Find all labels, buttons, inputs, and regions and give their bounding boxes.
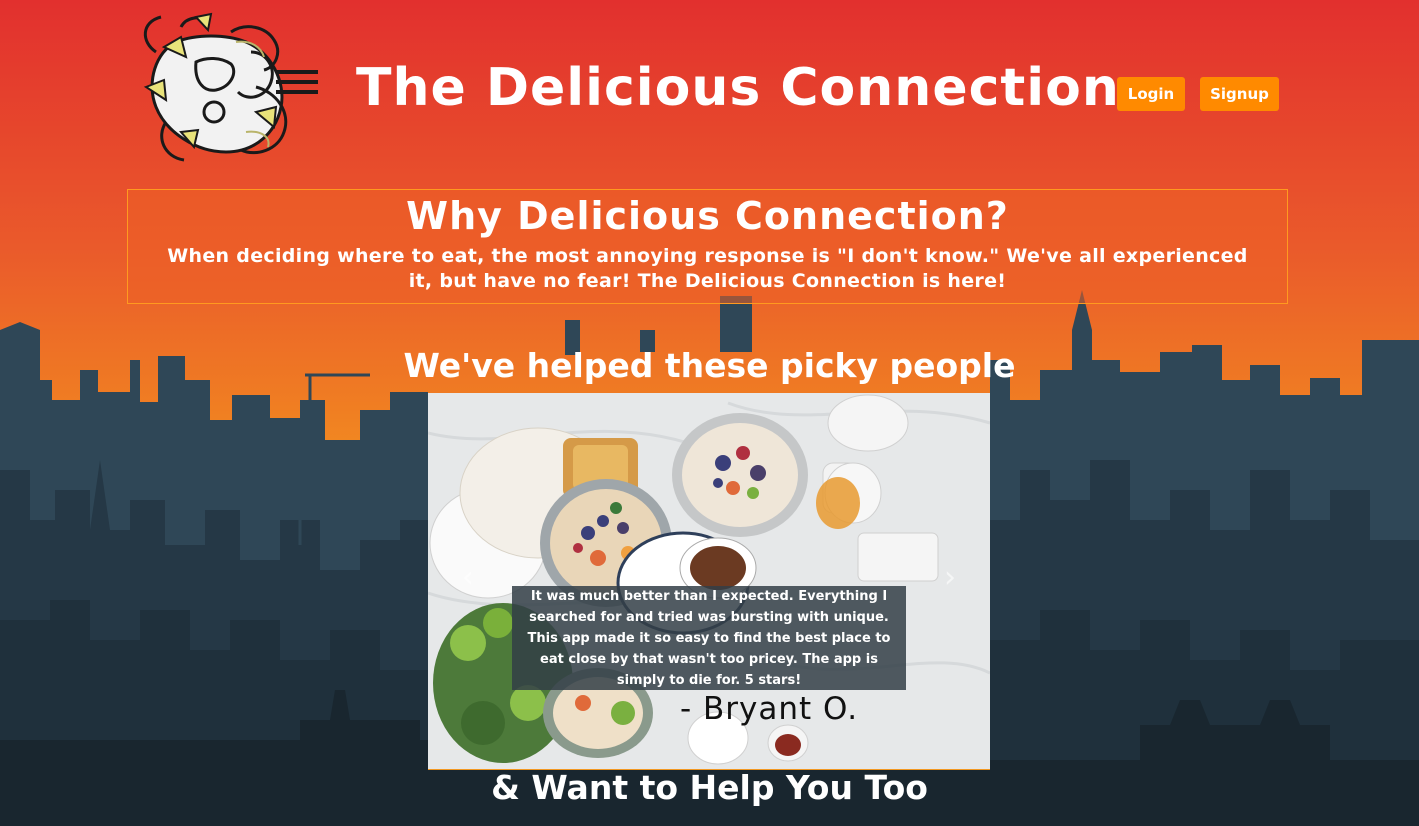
chevron-left-icon: ‹: [462, 560, 474, 595]
testimonials-heading: We've helped these picky people: [403, 346, 1016, 385]
why-description: When deciding where to eat, the most ann…: [167, 245, 1248, 292]
reviewer-name: - Bryant O.: [680, 691, 859, 727]
site-title: The Delicious Connection: [356, 58, 1120, 118]
login-button[interactable]: Login: [1117, 77, 1185, 111]
carousel-prev-button[interactable]: ‹: [448, 553, 488, 603]
carousel-next-button[interactable]: ›: [930, 553, 970, 603]
chevron-right-icon: ›: [944, 560, 956, 595]
review-text: It was much better than I expected. Ever…: [512, 586, 906, 690]
page: The Delicious Connection Login Signup Wh…: [0, 0, 1419, 826]
pasta-face-logo-icon[interactable]: [136, 12, 320, 164]
help-you-heading: & Want to Help You Too: [491, 768, 928, 807]
why-title: Why Delicious Connection?: [406, 194, 1009, 238]
testimonial-carousel[interactable]: ‹ › It was much better than I expected. …: [428, 393, 990, 769]
why-panel: Why Delicious Connection? When deciding …: [127, 189, 1288, 304]
signup-button[interactable]: Signup: [1200, 77, 1279, 111]
